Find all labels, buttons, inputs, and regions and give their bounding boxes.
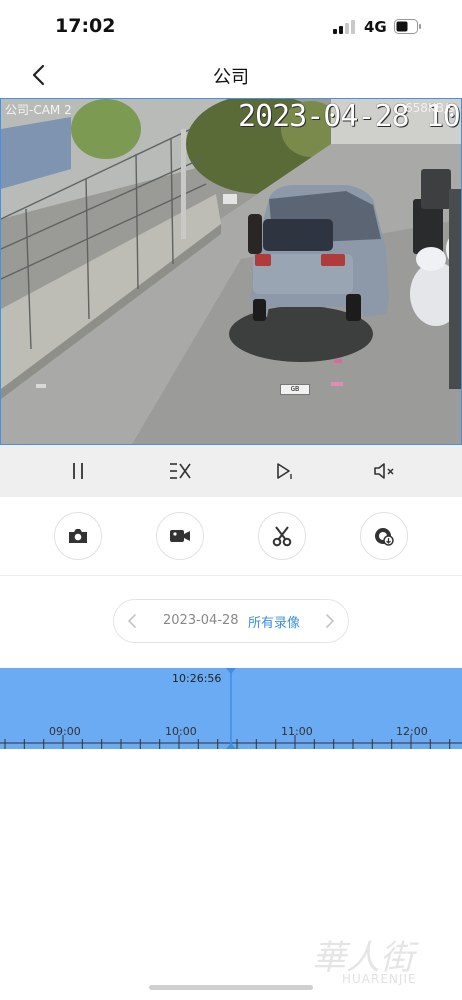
camera-label: 公司-CAM 2	[5, 103, 72, 117]
clip-button[interactable]	[258, 512, 306, 560]
camera-icon	[69, 529, 87, 543]
bitrate: 658KB/s	[405, 101, 455, 115]
download-button[interactable]	[360, 512, 408, 560]
scissors-icon	[272, 526, 292, 547]
playhead-bottom-marker	[226, 743, 236, 749]
action-buttons	[0, 497, 462, 576]
mute-button[interactable]	[370, 457, 398, 485]
network-type: 4G	[364, 18, 387, 36]
speed-button[interactable]	[166, 457, 194, 485]
home-indicator	[149, 985, 313, 990]
cursor-time: 10:26:56	[172, 672, 222, 685]
watermark-subtext: HUARENJIE	[342, 972, 417, 986]
recording-timeline[interactable]: 10:26:56 09:00 10:00 11:00 12:00	[0, 668, 462, 749]
next-frame-button[interactable]	[270, 457, 298, 485]
battery-icon	[394, 19, 421, 34]
page-title: 公司	[213, 67, 249, 88]
tick-label: 09:00	[49, 725, 81, 738]
playback-controls	[0, 445, 462, 497]
video-frame	[1, 99, 461, 444]
snapshot-button[interactable]	[54, 512, 102, 560]
signal-icon	[333, 20, 357, 34]
record-button[interactable]	[156, 512, 204, 560]
license-plate: GB 358TR	[280, 384, 310, 395]
next-frame-icon	[277, 463, 292, 479]
video-player[interactable]: 公司-CAM 2 2023-04-28 10:26 658KB/s GB 358…	[0, 98, 462, 445]
tick-label: 11:00	[281, 725, 313, 738]
next-date-button[interactable]	[318, 610, 340, 632]
selected-date: 2023-04-28	[163, 613, 239, 628]
status-time: 17:02	[55, 15, 116, 37]
date-selector: 2023-04-28 所有录像	[113, 599, 349, 643]
watermark-logo: 華人街 HUARENJIE	[312, 930, 452, 990]
mute-icon	[374, 463, 394, 479]
playhead-top-marker	[226, 668, 236, 674]
tick-label: 10:00	[165, 725, 197, 738]
download-icon	[375, 528, 394, 546]
tick-label: 12:00	[396, 725, 428, 738]
status-bar: 17:02 4G	[0, 0, 462, 52]
speed-icon	[170, 463, 191, 479]
prev-date-button[interactable]	[122, 610, 144, 632]
pause-button[interactable]	[64, 457, 92, 485]
all-recordings-link[interactable]: 所有录像	[248, 612, 300, 631]
pause-icon	[73, 463, 83, 479]
video-record-icon	[170, 530, 190, 542]
nav-bar: 公司	[0, 52, 462, 96]
